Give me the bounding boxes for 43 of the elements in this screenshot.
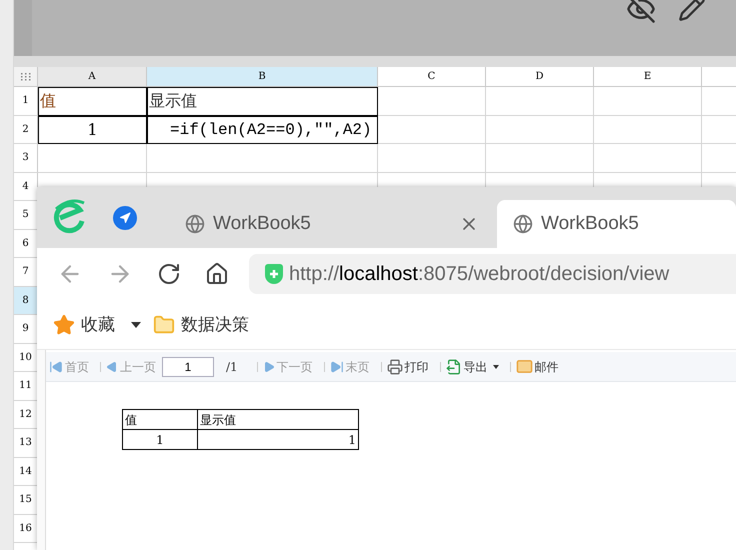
browser-tab[interactable]: WorkBook5 bbox=[177, 200, 497, 248]
report-header-cell: 显示值 bbox=[198, 410, 358, 430]
tab-title: WorkBook5 bbox=[541, 212, 640, 236]
report-cell: 1 bbox=[122, 430, 198, 450]
toolbar-button[interactable]: 打印 bbox=[386, 358, 429, 376]
caret-icon bbox=[131, 322, 141, 328]
navigation-icon[interactable] bbox=[113, 206, 137, 230]
eye-off-icon[interactable] bbox=[626, 0, 656, 24]
address-bar[interactable]: http://localhost:8075/webroot/decision/view bbox=[249, 254, 736, 294]
column-header[interactable]: B bbox=[147, 67, 378, 86]
browser-tab[interactable]: WorkBook5 bbox=[497, 200, 736, 248]
cell-text: 显示值 bbox=[149, 90, 197, 112]
toolbar-button[interactable]: 导出 bbox=[446, 358, 499, 376]
shield-icon bbox=[265, 264, 283, 284]
globe-icon bbox=[185, 214, 205, 234]
bookmark-item[interactable]: 数据决策 bbox=[153, 312, 249, 338]
column-header[interactable]: A bbox=[38, 67, 147, 86]
printer-icon bbox=[386, 358, 403, 374]
last-page-icon bbox=[330, 360, 344, 374]
previous-page-icon bbox=[106, 360, 118, 372]
row-header[interactable]: 8 bbox=[14, 286, 38, 314]
report-header-cell: 值 bbox=[122, 410, 198, 430]
reload-icon[interactable] bbox=[157, 262, 181, 286]
cell-text: 1 bbox=[87, 118, 98, 141]
next-page-icon bbox=[262, 360, 275, 372]
tab-title: WorkBook5 bbox=[213, 212, 312, 236]
page-total: /1 bbox=[226, 358, 238, 376]
pencil-icon[interactable] bbox=[678, 0, 706, 22]
home-icon[interactable] bbox=[205, 262, 229, 286]
url-text: http://localhost:8075/webroot/decision/view bbox=[289, 262, 670, 287]
bookmark-item[interactable]: 收藏 bbox=[53, 312, 141, 338]
caret-icon bbox=[492, 364, 499, 368]
first-page-icon bbox=[49, 360, 63, 374]
globe-icon bbox=[513, 214, 533, 234]
page-number-field[interactable]: 1 bbox=[162, 356, 214, 376]
mail-icon bbox=[516, 358, 533, 375]
folder-icon bbox=[153, 314, 175, 336]
export-icon bbox=[446, 358, 462, 374]
cell-text: 值 bbox=[40, 90, 56, 112]
star-icon bbox=[53, 314, 75, 336]
toolbar-button[interactable]: 邮件 bbox=[516, 358, 559, 376]
report-cell: 1 bbox=[198, 430, 358, 450]
cell-text: =if(len(A2==0),"",A2) bbox=[170, 120, 372, 141]
